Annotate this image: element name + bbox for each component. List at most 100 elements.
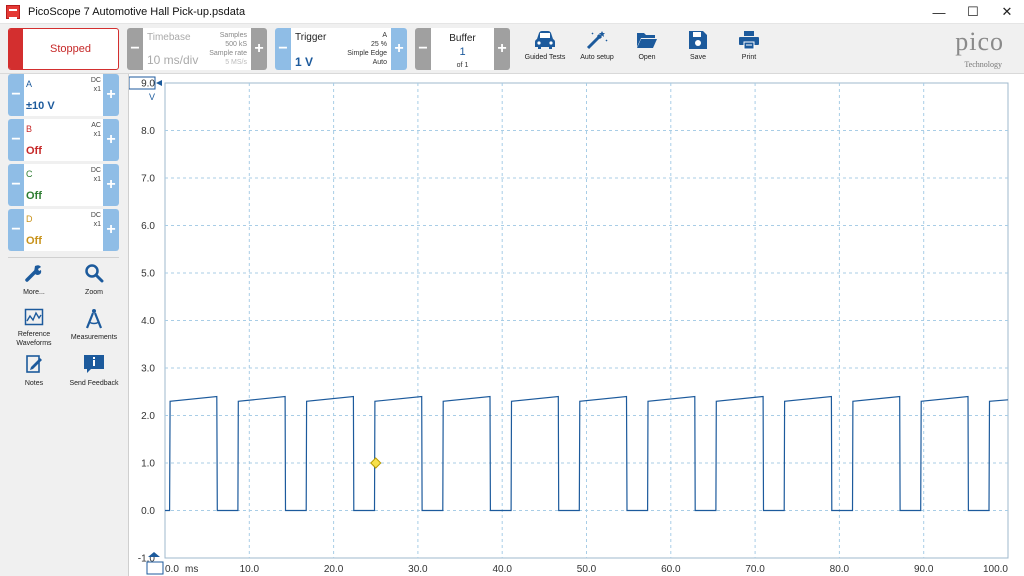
reference-waveforms-label: Reference Waveforms — [16, 331, 52, 347]
picoscope-app-icon — [6, 4, 20, 19]
send-feedback-button[interactable]: Send Feedback — [64, 354, 124, 388]
run-stop-button[interactable]: Stopped — [8, 28, 119, 70]
channel-c-range[interactable]: Off — [26, 190, 42, 202]
open-label: Open — [638, 54, 656, 61]
channel-a-decrease-button[interactable]: − — [8, 74, 24, 116]
car-icon — [535, 31, 555, 49]
channel-b-coupling-value: AC — [91, 122, 101, 129]
feedback-icon — [84, 355, 104, 373]
send-feedback-label: Send Feedback — [69, 380, 119, 387]
title-bar: PicoScope 7 Automotive Hall Pick-up.psda… — [0, 0, 1024, 24]
timebase-increase-button[interactable]: + — [251, 28, 267, 70]
channel-d-increase-button[interactable]: + — [103, 209, 119, 251]
measurements-label: Measurements — [70, 334, 118, 341]
guided-tests-label: Guided Tests — [524, 54, 566, 61]
channel-b-increase-button[interactable]: + — [103, 119, 119, 161]
reference-waveforms-button[interactable]: Reference Waveforms — [4, 308, 64, 348]
x-tick-label: 10.0 — [240, 564, 260, 575]
minimize-button[interactable]: — — [922, 0, 956, 24]
channel-a-range[interactable]: ±10 V — [26, 100, 55, 112]
save-button[interactable]: Save — [672, 28, 724, 72]
channel-d-decrease-button[interactable]: − — [8, 209, 24, 251]
trigger-percent: 25 % — [371, 41, 387, 48]
scope-view[interactable]: 0.0 10.0 20.0 30.0 40.0 50.0 60.0 70.0 80.0 90.0 1… — [128, 74, 1024, 576]
sample-rate-label: Sample rate — [209, 50, 247, 57]
buffer-previous-button[interactable]: − — [415, 28, 431, 70]
zoom-button[interactable]: Zoom — [64, 263, 124, 297]
y-tick-label: 8.0 — [141, 126, 155, 137]
notes-button[interactable]: Notes — [4, 354, 64, 388]
y-tick-label: 1.0 — [141, 459, 155, 470]
save-label: Save — [690, 54, 706, 61]
print-label: Print — [741, 54, 757, 61]
channel-a-name: A — [26, 79, 33, 89]
trigger-decrease-button[interactable]: − — [275, 28, 291, 70]
more-button[interactable]: More... — [4, 263, 64, 297]
run-state-label: Stopped — [50, 43, 91, 55]
trigger-level[interactable]: 1 V — [295, 55, 313, 69]
channel-a-probe: x1 — [93, 86, 101, 93]
channel-b-decrease-button[interactable]: − — [8, 119, 24, 161]
magnifier-icon — [85, 264, 104, 283]
channel-d-range[interactable]: Off — [26, 235, 42, 247]
channel-a-coupling[interactable]: DC x1 — [91, 76, 101, 94]
buffer-total: of 1 — [456, 62, 469, 69]
channel-b-range[interactable]: Off — [26, 145, 42, 157]
close-button[interactable]: ✕ — [990, 0, 1024, 24]
channel-a-increase-button[interactable]: + — [103, 74, 119, 116]
timebase-title: Timebase — [147, 32, 191, 43]
channel-b-coupling[interactable]: AC x1 — [91, 121, 101, 139]
y-tick-label: 6.0 — [141, 221, 155, 232]
open-button[interactable]: Open — [621, 28, 673, 72]
y-tick-label: 9.0 — [141, 79, 155, 90]
trigger-mode: Auto — [372, 59, 387, 66]
channel-d-coupling[interactable]: DC x1 — [91, 211, 101, 229]
compass-icon — [85, 309, 103, 329]
timebase-samples: Samples 500 kS Sample rate 5 MS/s — [209, 31, 247, 67]
channel-d-coupling-value: DC — [90, 212, 101, 219]
window-controls: — ☐ ✕ — [922, 0, 1024, 24]
trigger-control: − Trigger 1 V A 25 % Simple Edge Auto + — [275, 28, 407, 70]
print-button[interactable]: Print — [723, 28, 775, 72]
trigger-title: Trigger — [295, 32, 327, 43]
channel-c-decrease-button[interactable]: − — [8, 164, 24, 206]
maximize-button[interactable]: ☐ — [956, 0, 990, 24]
zoom-label: Zoom — [85, 289, 103, 296]
x-unit-label: ms — [185, 564, 198, 575]
measurements-button[interactable]: Measurements — [64, 308, 124, 342]
notes-icon — [26, 355, 42, 373]
channel-c-increase-button[interactable]: + — [103, 164, 119, 206]
trigger-marker-icon — [370, 457, 382, 469]
timebase-value[interactable]: 10 ms/div — [147, 53, 198, 67]
channel-panel: − A DC x1 ±10 V + − B AC x1 Off + − C DC x1… — [0, 74, 128, 576]
window-title: PicoScope 7 Automotive Hall Pick-up.psda… — [28, 5, 246, 18]
channel-c-control: − C DC x1 Off + — [8, 164, 119, 206]
trigger-details: A 25 % Simple Edge Auto — [347, 31, 387, 67]
main-toolbar: Stopped − Timebase 10 ms/div Samples 500… — [0, 24, 1024, 74]
guided-tests-button[interactable]: Guided Tests — [519, 28, 571, 72]
x-tick-label: 50.0 — [577, 564, 597, 575]
auto-setup-button[interactable]: Auto setup — [571, 28, 623, 72]
trigger-increase-button[interactable]: + — [391, 28, 407, 70]
x-tick-label: 60.0 — [661, 564, 681, 575]
channel-b-probe: x1 — [93, 131, 101, 138]
buffer-next-button[interactable]: + — [494, 28, 510, 70]
channel-c-coupling[interactable]: DC x1 — [91, 166, 101, 184]
auto-setup-label: Auto setup — [580, 54, 614, 61]
x-tick-label: 100.0 — [983, 564, 1008, 575]
x-tick-label: 80.0 — [830, 564, 850, 575]
channel-c-coupling-value: DC — [90, 167, 101, 174]
timebase-control: − Timebase 10 ms/div Samples 500 kS Samp… — [127, 28, 267, 70]
y-tick-label: 2.0 — [141, 411, 155, 422]
timebase-decrease-button[interactable]: − — [127, 28, 143, 70]
x-tick-label: 70.0 — [745, 564, 765, 575]
channel-c-name: C — [26, 169, 33, 179]
samples-value: 500 kS — [225, 41, 247, 48]
floppy-disk-icon — [689, 31, 707, 49]
y-tick-label: 3.0 — [141, 364, 155, 375]
folder-icon — [637, 33, 657, 48]
magic-wand-icon — [586, 31, 608, 50]
oscilloscope-chart[interactable]: 0.0 10.0 20.0 30.0 40.0 50.0 60.0 70.0 80.0 90.0 1… — [129, 74, 1024, 576]
notes-label: Notes — [24, 380, 44, 387]
y-tick-label: 5.0 — [141, 269, 155, 280]
